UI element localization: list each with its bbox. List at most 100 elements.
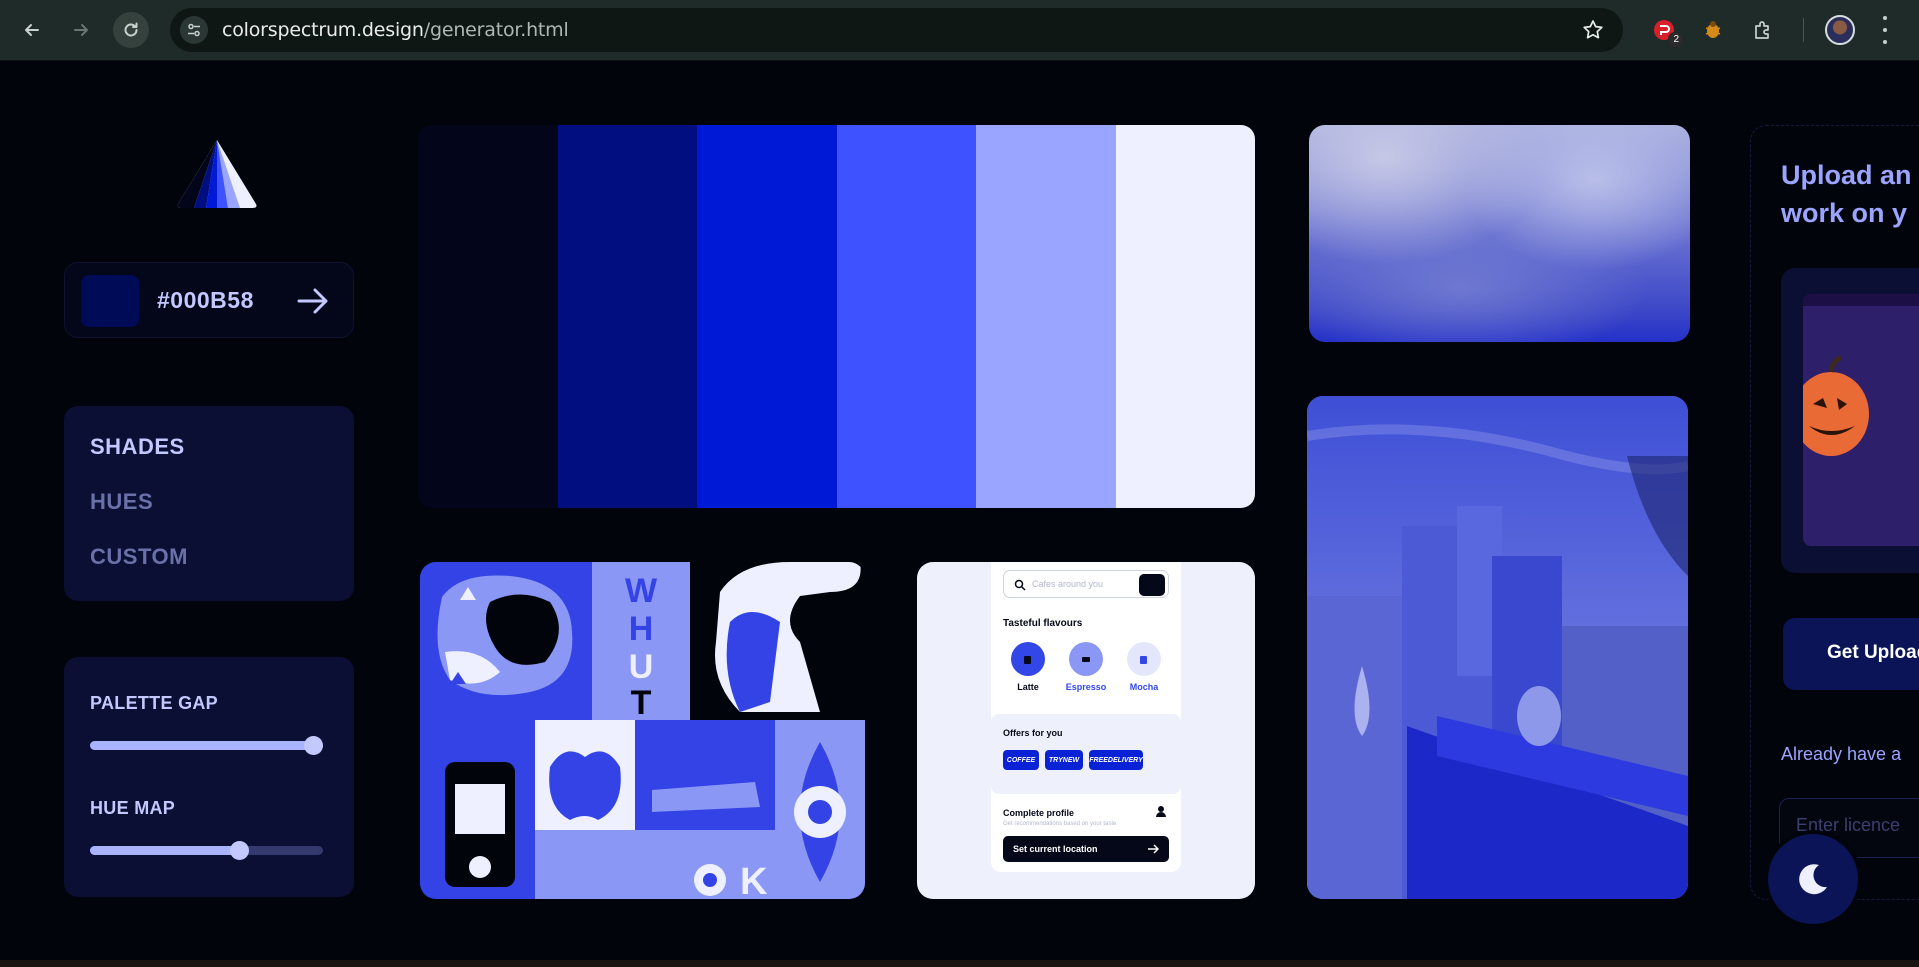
mock-drink-label: Espresso: [1065, 682, 1107, 692]
palette-swatch-6[interactable]: [1115, 125, 1255, 508]
filter-icon: [1139, 574, 1165, 596]
forward-button[interactable]: [63, 12, 99, 48]
get-upload-button[interactable]: Get Upload: [1783, 618, 1919, 690]
app-logo-icon: [177, 140, 257, 208]
base-color-swatch[interactable]: [81, 275, 139, 327]
get-upload-label: Get Upload: [1827, 642, 1919, 663]
search-icon: [1014, 579, 1026, 591]
mock-location-button: Set current location: [1003, 836, 1169, 862]
mode-shades[interactable]: SHADES: [90, 434, 185, 460]
mock-drink-label: Mocha: [1129, 682, 1159, 692]
back-button[interactable]: [14, 12, 50, 48]
mock-profile-title: Complete profile: [1003, 808, 1075, 818]
tune-icon: [188, 23, 200, 37]
settings-panel: PALETTE GAP HUE MAP: [64, 657, 354, 897]
mode-hues[interactable]: HUES: [90, 489, 153, 515]
arrow-left-icon: [25, 24, 39, 36]
mode-selector: SHADES HUES CUSTOM: [64, 406, 354, 601]
site-info-button[interactable]: [180, 16, 208, 44]
reload-button[interactable]: [113, 12, 149, 48]
user-add-icon: [1156, 806, 1166, 817]
extension-badge: 2: [1668, 32, 1684, 48]
svg-text:W: W: [625, 572, 658, 610]
palette-swatch-4[interactable]: [836, 125, 976, 508]
hex-color-input[interactable]: #000B58: [64, 262, 354, 338]
cup-icon: [1069, 642, 1103, 676]
generate-button[interactable]: [293, 283, 333, 319]
mock-offer-chip: TRYNEW: [1045, 750, 1083, 770]
architecture-photo: [1307, 396, 1688, 899]
licence-input[interactable]: [1796, 815, 1919, 836]
upload-preview: [1781, 268, 1919, 573]
mock-search-placeholder: Cafes around you: [1032, 579, 1104, 589]
mock-profile: Complete profile Get recommendations bas…: [991, 794, 1181, 872]
extensions-menu-button[interactable]: [1747, 14, 1779, 46]
mock-search-input: Cafes around you: [1003, 570, 1169, 598]
mock-offer-chip: FREEDELIVERY: [1089, 750, 1143, 770]
mock-drink-mocha: Mocha: [1119, 642, 1169, 692]
theme-toggle-button[interactable]: [1768, 834, 1858, 924]
hue-map-fill: [90, 846, 239, 855]
puzzle-icon: [1755, 21, 1769, 39]
palette-gap-label: PALETTE GAP: [90, 693, 218, 713]
illustration-art: W H U T K: [420, 562, 865, 899]
mock-offers-title: Offers for you: [1003, 728, 1063, 738]
browser-toolbar: colorspectrum.design/generator.html 2: [0, 0, 1919, 61]
mock-drink-latte: Latte: [1003, 642, 1053, 692]
mock-offer-chip: COFFEE: [1003, 750, 1039, 770]
profile-avatar[interactable]: [1825, 15, 1855, 45]
palette-swatch-5[interactable]: [976, 125, 1116, 508]
upload-title: Upload an work on y: [1781, 156, 1912, 232]
palette-gap-thumb[interactable]: [304, 736, 323, 755]
phone-mockup: Cafes around you Tasteful flavours Latte…: [991, 562, 1181, 872]
arrow-right-icon: [1148, 844, 1159, 854]
hue-map-slider[interactable]: [90, 841, 323, 860]
pumpkin-icon: [1803, 294, 1919, 456]
mock-profile-subtitle: Get recommendations based on your taste: [1003, 821, 1117, 827]
svg-text:H: H: [629, 610, 654, 648]
cup-icon: [1011, 642, 1045, 676]
extension-button-1[interactable]: 2: [1648, 14, 1684, 48]
upload-title-line1: Upload an: [1781, 160, 1912, 190]
moon-icon: [1799, 864, 1827, 895]
url-host: colorspectrum.design: [222, 19, 424, 41]
hue-map-thumb[interactable]: [230, 841, 249, 860]
url-text: colorspectrum.design/generator.html: [222, 19, 569, 41]
mock-location-label: Set current location: [1013, 844, 1098, 854]
cup-icon: [1127, 642, 1161, 676]
photo-preview-card: [1307, 396, 1688, 899]
hue-map-label: HUE MAP: [90, 798, 176, 818]
svg-text:K: K: [740, 861, 768, 899]
palette-swatch-3[interactable]: [697, 125, 837, 508]
bookmark-star-button[interactable]: [1581, 18, 1605, 47]
upload-panel: Upload an work on y Get Upload Already h…: [1750, 125, 1919, 900]
arrow-right-icon: [74, 24, 88, 36]
mock-drink-espresso: Espresso: [1061, 642, 1111, 692]
url-path: /generator.html: [423, 19, 569, 41]
illustration-preview-card: W H U T K: [420, 562, 865, 899]
extension-button-2[interactable]: [1697, 14, 1729, 46]
upload-preview-image: [1803, 294, 1919, 546]
already-have-text: Already have a: [1781, 744, 1902, 764]
bug-icon: [1705, 21, 1721, 38]
hex-value[interactable]: #000B58: [157, 287, 254, 314]
palette-swatch-2[interactable]: [557, 125, 697, 508]
svg-text:U: U: [629, 648, 654, 686]
svg-text:T: T: [631, 684, 652, 722]
toolbar-divider: [1803, 18, 1804, 42]
mock-section-title: Tasteful flavours: [1003, 618, 1083, 629]
gradient-preview-card: [1309, 125, 1690, 342]
window-bottom-edge: [0, 960, 1919, 967]
reload-icon: [124, 22, 138, 37]
mock-offers: Offers for you COFFEE TRYNEW FREEDELIVER…: [991, 714, 1181, 794]
browser-menu-button[interactable]: [1880, 16, 1890, 44]
mock-drink-label: Latte: [1017, 682, 1039, 692]
arrow-right-icon: [297, 288, 328, 314]
address-bar[interactable]: colorspectrum.design/generator.html: [170, 8, 1623, 52]
star-icon: [1583, 20, 1603, 39]
palette-swatch-1[interactable]: [418, 125, 558, 508]
upload-title-line2: work on y: [1781, 198, 1908, 228]
mode-custom[interactable]: CUSTOM: [90, 544, 188, 570]
palette-gap-slider[interactable]: [90, 736, 323, 755]
app-mockup-card: Cafes around you Tasteful flavours Latte…: [917, 562, 1255, 899]
